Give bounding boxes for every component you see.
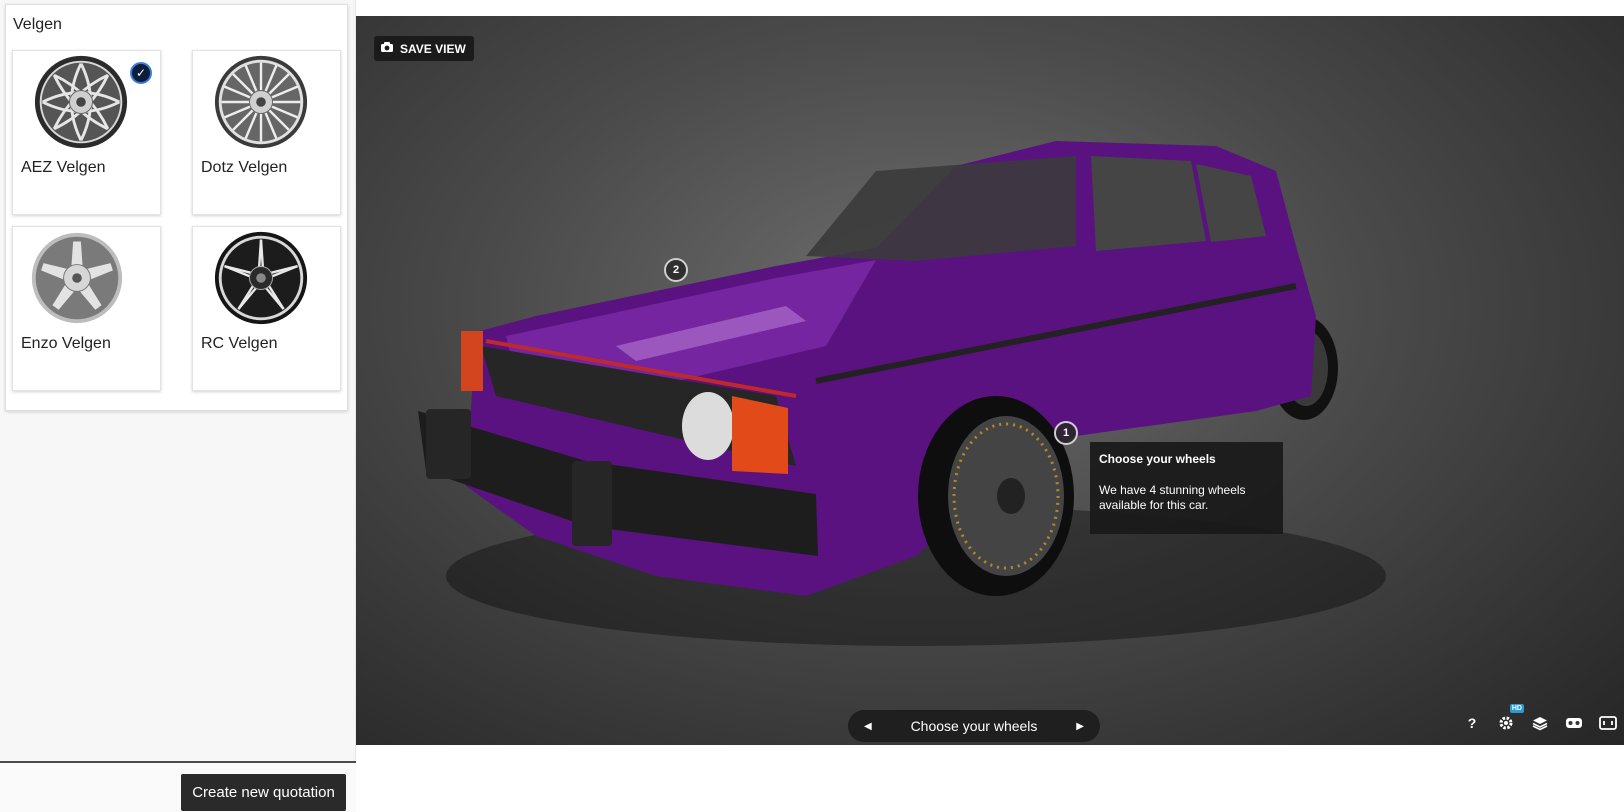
help-icon[interactable]: ? — [1462, 713, 1482, 733]
prev-arrow-icon[interactable]: ◀ — [864, 721, 872, 732]
fullscreen-icon[interactable] — [1598, 713, 1618, 733]
3d-viewer[interactable]: SAVE VIEW 2 1 Choose your wheels We have… — [356, 16, 1624, 745]
hotspot-1[interactable]: 1 — [1054, 421, 1078, 445]
wheel-card-label: Enzo Velgen — [21, 335, 111, 352]
sidebar-footer: Create new quotation — [0, 761, 356, 812]
aez-wheel-image — [34, 55, 128, 149]
tooltip-body: We have 4 stunning wheels available for … — [1099, 483, 1246, 512]
wheel-card-label: Dotz Velgen — [201, 159, 288, 176]
hotspot-2[interactable]: 2 — [664, 258, 688, 282]
hotspot-tooltip: Choose your wheels We have 4 stunning wh… — [1090, 442, 1283, 534]
wheel-card-label: RC Velgen — [201, 335, 278, 352]
car-model-render — [418, 141, 1386, 646]
save-view-button[interactable]: SAVE VIEW — [374, 36, 474, 61]
save-view-label: SAVE VIEW — [400, 41, 466, 56]
viewer-toolbar: ? HD — [1462, 704, 1618, 733]
vr-headset-icon[interactable] — [1564, 713, 1584, 733]
wheels-panel: Velgen ✓ AEZ Velgen Dotz Velgen Enzo Vel… — [5, 4, 348, 411]
selected-check-icon: ✓ — [130, 62, 152, 84]
panel-title: Velgen — [13, 16, 62, 33]
rc-wheel-image — [214, 231, 308, 325]
wheel-card-dotz[interactable]: Dotz Velgen — [192, 50, 341, 215]
enzo-wheel-image — [31, 232, 123, 324]
wheel-card-rc[interactable]: RC Velgen — [192, 226, 341, 391]
layers-icon[interactable] — [1530, 713, 1550, 733]
camera-icon — [380, 41, 394, 56]
create-quotation-button[interactable]: Create new quotation — [181, 774, 346, 811]
tooltip-title: Choose your wheels — [1099, 452, 1216, 466]
wheel-card-aez[interactable]: ✓ AEZ Velgen — [12, 50, 161, 215]
wheel-card-enzo[interactable]: Enzo Velgen — [12, 226, 161, 391]
sidebar: Velgen ✓ AEZ Velgen Dotz Velgen Enzo Vel… — [0, 0, 356, 812]
settings-gear-icon[interactable]: HD — [1496, 704, 1524, 733]
wheel-card-label: AEZ Velgen — [21, 159, 106, 176]
annotation-navigator: ◀ Choose your wheels ▶ — [848, 710, 1100, 742]
hd-badge: HD — [1509, 704, 1524, 713]
nav-label: Choose your wheels — [910, 718, 1038, 734]
dotz-wheel-image — [214, 55, 308, 149]
next-arrow-icon[interactable]: ▶ — [1076, 721, 1084, 732]
